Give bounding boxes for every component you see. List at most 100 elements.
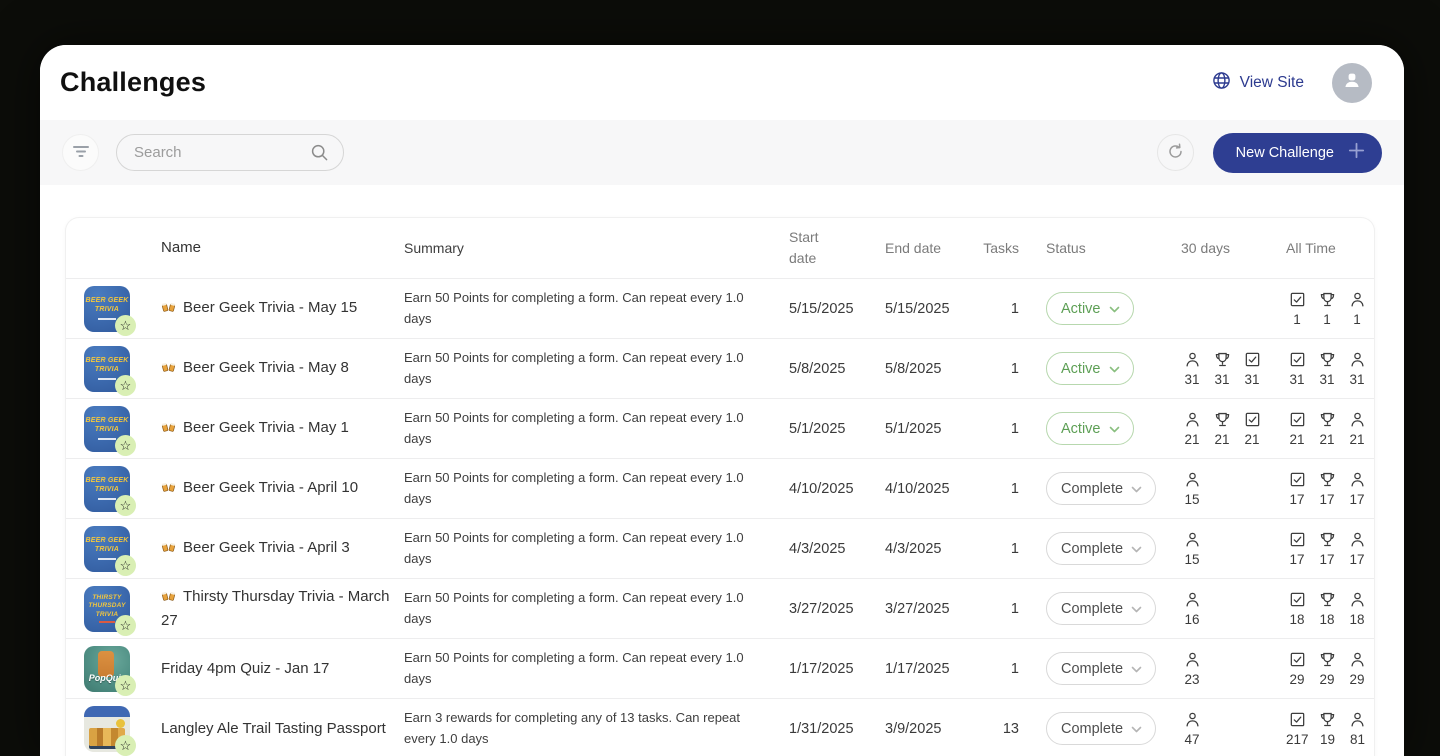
filter-button[interactable] [62, 134, 99, 171]
search-icon [310, 143, 329, 167]
table-row[interactable]: THIRSTY THURSDAY TRIVIA ☆ Thirsty Thursday… [66, 578, 1374, 638]
person-icon [1346, 471, 1368, 489]
trophy-icon [1211, 411, 1233, 429]
check-icon [1241, 411, 1263, 429]
check-icon [1286, 711, 1309, 729]
check-icon [1286, 291, 1308, 309]
stat-trophy: 31 [1211, 351, 1233, 387]
star-badge-icon: ☆ [115, 374, 136, 396]
start-date: 3/27/2025 [789, 600, 854, 617]
star-badge-icon: ☆ [115, 674, 136, 696]
challenge-name: Beer Geek Trivia - May 1 [148, 417, 396, 441]
status-dropdown[interactable]: Complete [1046, 472, 1157, 505]
stats-30-days: 47 [1173, 711, 1278, 747]
stat-person: 81 [1347, 711, 1369, 747]
stats-30-days: 16 [1173, 591, 1278, 627]
status-dropdown[interactable]: Complete [1046, 592, 1157, 625]
start-date: 1/17/2025 [789, 660, 854, 677]
status-dropdown[interactable]: Complete [1046, 532, 1157, 565]
status-dropdown[interactable]: Active [1046, 292, 1134, 325]
check-icon [1286, 591, 1308, 609]
challenge-thumbnail: BEER GEEK TRIVIA ☆ [84, 345, 136, 396]
beer-cheers-icon [161, 359, 176, 381]
column-status: Status [1046, 240, 1086, 256]
column-start-date: Start date [789, 229, 819, 266]
person-icon [1181, 351, 1203, 369]
new-challenge-button[interactable]: New Challenge [1212, 132, 1382, 173]
star-badge-icon: ☆ [115, 314, 136, 336]
challenge-summary: Earn 50 Points for completing a form. Ca… [404, 289, 744, 326]
check-icon [1241, 351, 1263, 369]
table-row[interactable]: ☆ Langley Ale Trail Tasting Passport Ear… [66, 698, 1374, 756]
end-date: 5/1/2025 [885, 420, 942, 437]
start-date: 5/15/2025 [789, 300, 854, 317]
stats-all-time: 18 18 18 [1278, 591, 1374, 627]
chevron-down-icon [1131, 661, 1142, 677]
check-icon [1286, 531, 1308, 549]
beer-cheers-icon [161, 299, 176, 321]
end-date: 4/10/2025 [885, 480, 950, 497]
stats-all-time: 17 17 17 [1278, 531, 1374, 567]
stats-30-days: 21 21 21 [1173, 411, 1278, 447]
check-icon [1286, 471, 1308, 489]
chevron-down-icon [1131, 541, 1142, 557]
view-site-button[interactable]: View Site [1212, 71, 1304, 95]
plus-icon [1348, 142, 1365, 163]
end-date: 5/15/2025 [885, 300, 950, 317]
table-row[interactable]: BEER GEEK TRIVIA ☆ Beer Geek Trivia - May… [66, 398, 1374, 458]
chevron-down-icon [1131, 481, 1142, 497]
stat-person: 23 [1181, 651, 1203, 687]
challenge-name: Beer Geek Trivia - April 10 [148, 477, 396, 501]
person-icon [1346, 351, 1368, 369]
column-summary: Summary [404, 239, 464, 256]
stat-check: 21 [1241, 411, 1263, 447]
table-row[interactable]: BEER GEEK TRIVIA ☆ Beer Geek Trivia - Apr… [66, 518, 1374, 578]
person-icon [1181, 651, 1203, 669]
beer-cheers-icon [161, 588, 176, 610]
table-row[interactable]: BEER GEEK TRIVIA ☆ Beer Geek Trivia - Apr… [66, 458, 1374, 518]
stat-check: 18 [1286, 591, 1308, 627]
column-name: Name [161, 239, 202, 257]
start-date: 1/31/2025 [789, 720, 854, 737]
trophy-icon [1316, 531, 1338, 549]
stats-all-time: 17 17 17 [1278, 471, 1374, 507]
refresh-button[interactable] [1156, 134, 1194, 171]
tasks-count: 1 [1010, 480, 1019, 497]
table-row[interactable]: BEER GEEK TRIVIA ☆ Beer Geek Trivia - May… [66, 278, 1374, 338]
avatar[interactable] [1332, 62, 1372, 103]
table-row[interactable]: PopQuiz ☆ Friday 4pm Quiz - Jan 17 Earn … [66, 638, 1374, 698]
trophy-icon [1317, 711, 1339, 729]
status-dropdown[interactable]: Complete [1046, 712, 1157, 745]
end-date: 4/3/2025 [885, 540, 942, 557]
toolbar-actions: New Challenge [1156, 132, 1382, 173]
table-row[interactable]: BEER GEEK TRIVIA ☆ Beer Geek Trivia - May… [66, 338, 1374, 398]
beer-cheers-icon [161, 419, 176, 441]
new-challenge-label: New Challenge [1235, 144, 1334, 161]
challenge-name: Beer Geek Trivia - April 3 [148, 537, 396, 561]
start-date: 4/10/2025 [789, 480, 854, 497]
person-icon [1181, 591, 1203, 609]
stat-trophy: 18 [1316, 591, 1338, 627]
tasks-count: 1 [1010, 420, 1019, 437]
view-site-label: View Site [1239, 73, 1304, 91]
stat-check: 17 [1286, 471, 1308, 507]
person-icon [1347, 711, 1369, 729]
app-window: Challenges View Site Search New Challeng… [40, 45, 1404, 756]
tasks-count: 13 [1002, 720, 1019, 737]
stat-trophy: 17 [1316, 471, 1338, 507]
stats-all-time: 21 21 21 [1278, 411, 1374, 447]
tasks-count: 1 [1010, 360, 1019, 377]
stat-person: 21 [1181, 411, 1203, 447]
search [116, 134, 344, 171]
person-icon [1346, 411, 1368, 429]
stat-check: 31 [1241, 351, 1263, 387]
status-dropdown[interactable]: Active [1046, 352, 1134, 385]
chevron-down-icon [1131, 721, 1142, 737]
status-dropdown[interactable]: Complete [1046, 652, 1157, 685]
start-date: 5/8/2025 [789, 360, 846, 377]
chevron-down-icon [1109, 421, 1120, 437]
challenges-table: Name Summary Start date End date Tasks S… [65, 217, 1375, 756]
check-icon [1286, 351, 1308, 369]
status-dropdown[interactable]: Active [1046, 412, 1134, 445]
page-title: Challenges [60, 67, 207, 97]
